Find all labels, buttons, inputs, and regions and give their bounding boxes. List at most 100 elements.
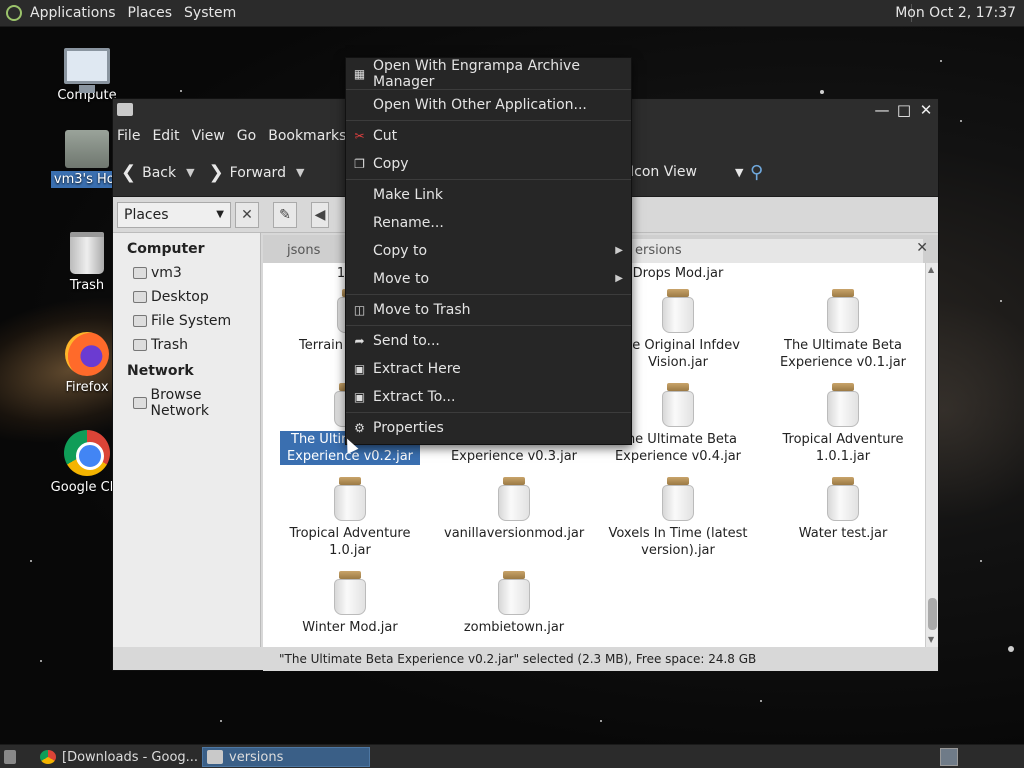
extract-icon: ▣	[353, 362, 366, 376]
trash-icon: ◫	[353, 303, 366, 317]
menu-go[interactable]: Go	[237, 128, 256, 144]
jar-file-icon	[827, 383, 859, 427]
desktop-icon-computer[interactable]: Compute	[47, 48, 127, 103]
file-item[interactable]: Winter Mod.jar	[280, 571, 420, 636]
file-item[interactable]: Voxels In Time (latest version).jar	[608, 477, 748, 559]
trash-icon	[133, 339, 147, 351]
menu-bookmarks[interactable]: Bookmarks	[268, 128, 346, 144]
file-name: Water test.jar	[798, 526, 888, 541]
back-button[interactable]: ❮ Back	[121, 162, 176, 183]
menu-item-cut[interactable]: ✂ Cut	[346, 122, 631, 150]
file-name: zombietown.jar	[463, 620, 565, 635]
maximize-button[interactable]: □	[896, 101, 912, 119]
menu-item-label: Rename...	[373, 215, 444, 231]
menu-separator	[346, 412, 631, 413]
menu-applications[interactable]: Applications	[30, 5, 116, 21]
sidebar-item-label: Browse Network	[150, 387, 209, 419]
folder-icon	[207, 750, 223, 764]
mate-logo-icon[interactable]	[6, 5, 22, 21]
network-icon	[133, 397, 147, 409]
taskbar-item-versions[interactable]: versions	[202, 747, 370, 767]
menu-view[interactable]: View	[192, 128, 225, 144]
copy-icon: ❐	[354, 157, 365, 171]
menu-item-rename[interactable]: Rename...	[346, 209, 631, 237]
menu-item-extract-to[interactable]: ▣ Extract To...	[346, 383, 631, 411]
firefox-icon	[65, 332, 109, 376]
submenu-arrow-icon: ▶	[615, 273, 623, 284]
vertical-scrollbar[interactable]: ▲ ▼	[925, 263, 938, 647]
menu-item-label: Open With Engrampa Archive Manager	[373, 58, 580, 90]
sidebar-item-browse-network[interactable]: Browse Network	[113, 383, 260, 423]
places-dropdown[interactable]: Places ▼	[117, 201, 231, 228]
clock[interactable]: Mon Oct 2, 17:37	[895, 5, 1016, 21]
file-item[interactable]: The Ultimate Beta Experience v0.1.jar	[773, 289, 913, 371]
chevron-down-icon: ▼	[216, 208, 224, 220]
menu-item-copy[interactable]: ❐ Copy	[346, 150, 631, 178]
show-desktop-button[interactable]	[0, 747, 22, 767]
file-name: Voxels In Time (latest version).jar	[608, 526, 748, 558]
file-item[interactable]: zombietown.jar	[444, 571, 584, 636]
tab-versions[interactable]: ersions	[623, 239, 923, 263]
top-panel: Applications Places System Mon Oct 2, 17…	[0, 0, 1024, 27]
search-icon[interactable]: ⚲	[750, 162, 763, 183]
taskbar-item-downloads[interactable]: [Downloads - Goog...	[36, 747, 200, 767]
sidebar-item-desktop[interactable]: Desktop	[113, 285, 260, 309]
menu-item-copy-to[interactable]: Copy to ▶	[346, 237, 631, 265]
menu-item-make-link[interactable]: Make Link	[346, 181, 631, 209]
file-item[interactable]: Tropical Adventure 1.0.jar	[280, 477, 420, 559]
menu-places[interactable]: Places	[128, 5, 173, 21]
scissors-icon: ✂	[354, 129, 365, 143]
menu-item-label: Move to	[373, 271, 430, 287]
file-name: 1	[336, 266, 346, 281]
taskbar-item-label: [Downloads - Goog...	[62, 749, 199, 765]
tab-label: jsons	[287, 243, 321, 258]
taskbar-item-label: versions	[229, 749, 284, 765]
places-dropdown-label: Places	[124, 206, 169, 223]
menu-item-send-to[interactable]: ➦ Send to...	[346, 327, 631, 355]
sidebar-item-vm3[interactable]: vm3	[113, 261, 260, 285]
minimize-button[interactable]: —	[874, 101, 890, 119]
menu-item-open-with-other[interactable]: Open With Other Application...	[346, 91, 631, 119]
scroll-down-icon[interactable]: ▼	[928, 635, 934, 644]
menu-file[interactable]: File	[117, 128, 140, 144]
edit-location-button[interactable]: ✎	[273, 201, 297, 228]
path-left-button[interactable]: ◀	[311, 201, 329, 228]
menu-item-properties[interactable]: ⚙ Properties	[346, 414, 631, 442]
desktop-icon-label: Firefox	[65, 380, 109, 395]
file-name: Drops Mod.jar	[632, 266, 724, 281]
close-sidebar-button[interactable]: ✕	[235, 201, 259, 228]
menu-item-move-to[interactable]: Move to ▶	[346, 265, 631, 293]
file-name: The Original Infdev Vision.jar	[616, 338, 740, 370]
close-button[interactable]: ✕	[918, 101, 934, 119]
workspace-switcher[interactable]	[940, 748, 958, 766]
tab-jsons[interactable]: jsons	[275, 239, 332, 263]
archive-icon: ▦	[353, 67, 366, 81]
file-name: Terrain	[299, 338, 344, 353]
tab-label: ersions	[635, 243, 682, 258]
menu-item-extract-here[interactable]: ▣ Extract Here	[346, 355, 631, 383]
file-item[interactable]: vanillaversionmod.jar	[444, 477, 584, 542]
forward-history-dropdown[interactable]: ▼	[296, 166, 304, 179]
menu-edit[interactable]: Edit	[152, 128, 179, 144]
forward-button[interactable]: ❯ Forward	[209, 162, 286, 183]
file-item[interactable]: Water test.jar	[773, 477, 913, 542]
desktop-icon	[4, 750, 16, 764]
sidebar-item-trash[interactable]: Trash	[113, 333, 260, 357]
sidebar-item-file-system[interactable]: File System	[113, 309, 260, 333]
context-menu: ▦ Open With Engrampa Archive Manager Ope…	[345, 57, 632, 445]
menu-item-open-with-engrampa[interactable]: ▦ Open With Engrampa Archive Manager	[346, 58, 631, 90]
forward-arrow-icon: ❯	[208, 162, 224, 183]
desktop-folder-icon	[133, 291, 147, 303]
scrollbar-thumb[interactable]	[928, 598, 937, 630]
drive-icon	[133, 315, 147, 327]
menu-system[interactable]: System	[184, 5, 236, 21]
jar-file-icon	[334, 477, 366, 521]
scroll-up-icon[interactable]: ▲	[928, 265, 934, 274]
close-tab-icon[interactable]: ✕	[916, 240, 928, 256]
menu-item-move-to-trash[interactable]: ◫ Move to Trash	[346, 296, 631, 324]
menu-separator	[346, 120, 631, 121]
back-history-dropdown[interactable]: ▼	[186, 166, 194, 179]
menu-item-label: Extract To...	[373, 389, 456, 405]
file-item[interactable]: Tropical Adventure 1.0.1.jar	[773, 383, 913, 465]
view-selector[interactable]: Icon View ▼	[630, 164, 743, 180]
